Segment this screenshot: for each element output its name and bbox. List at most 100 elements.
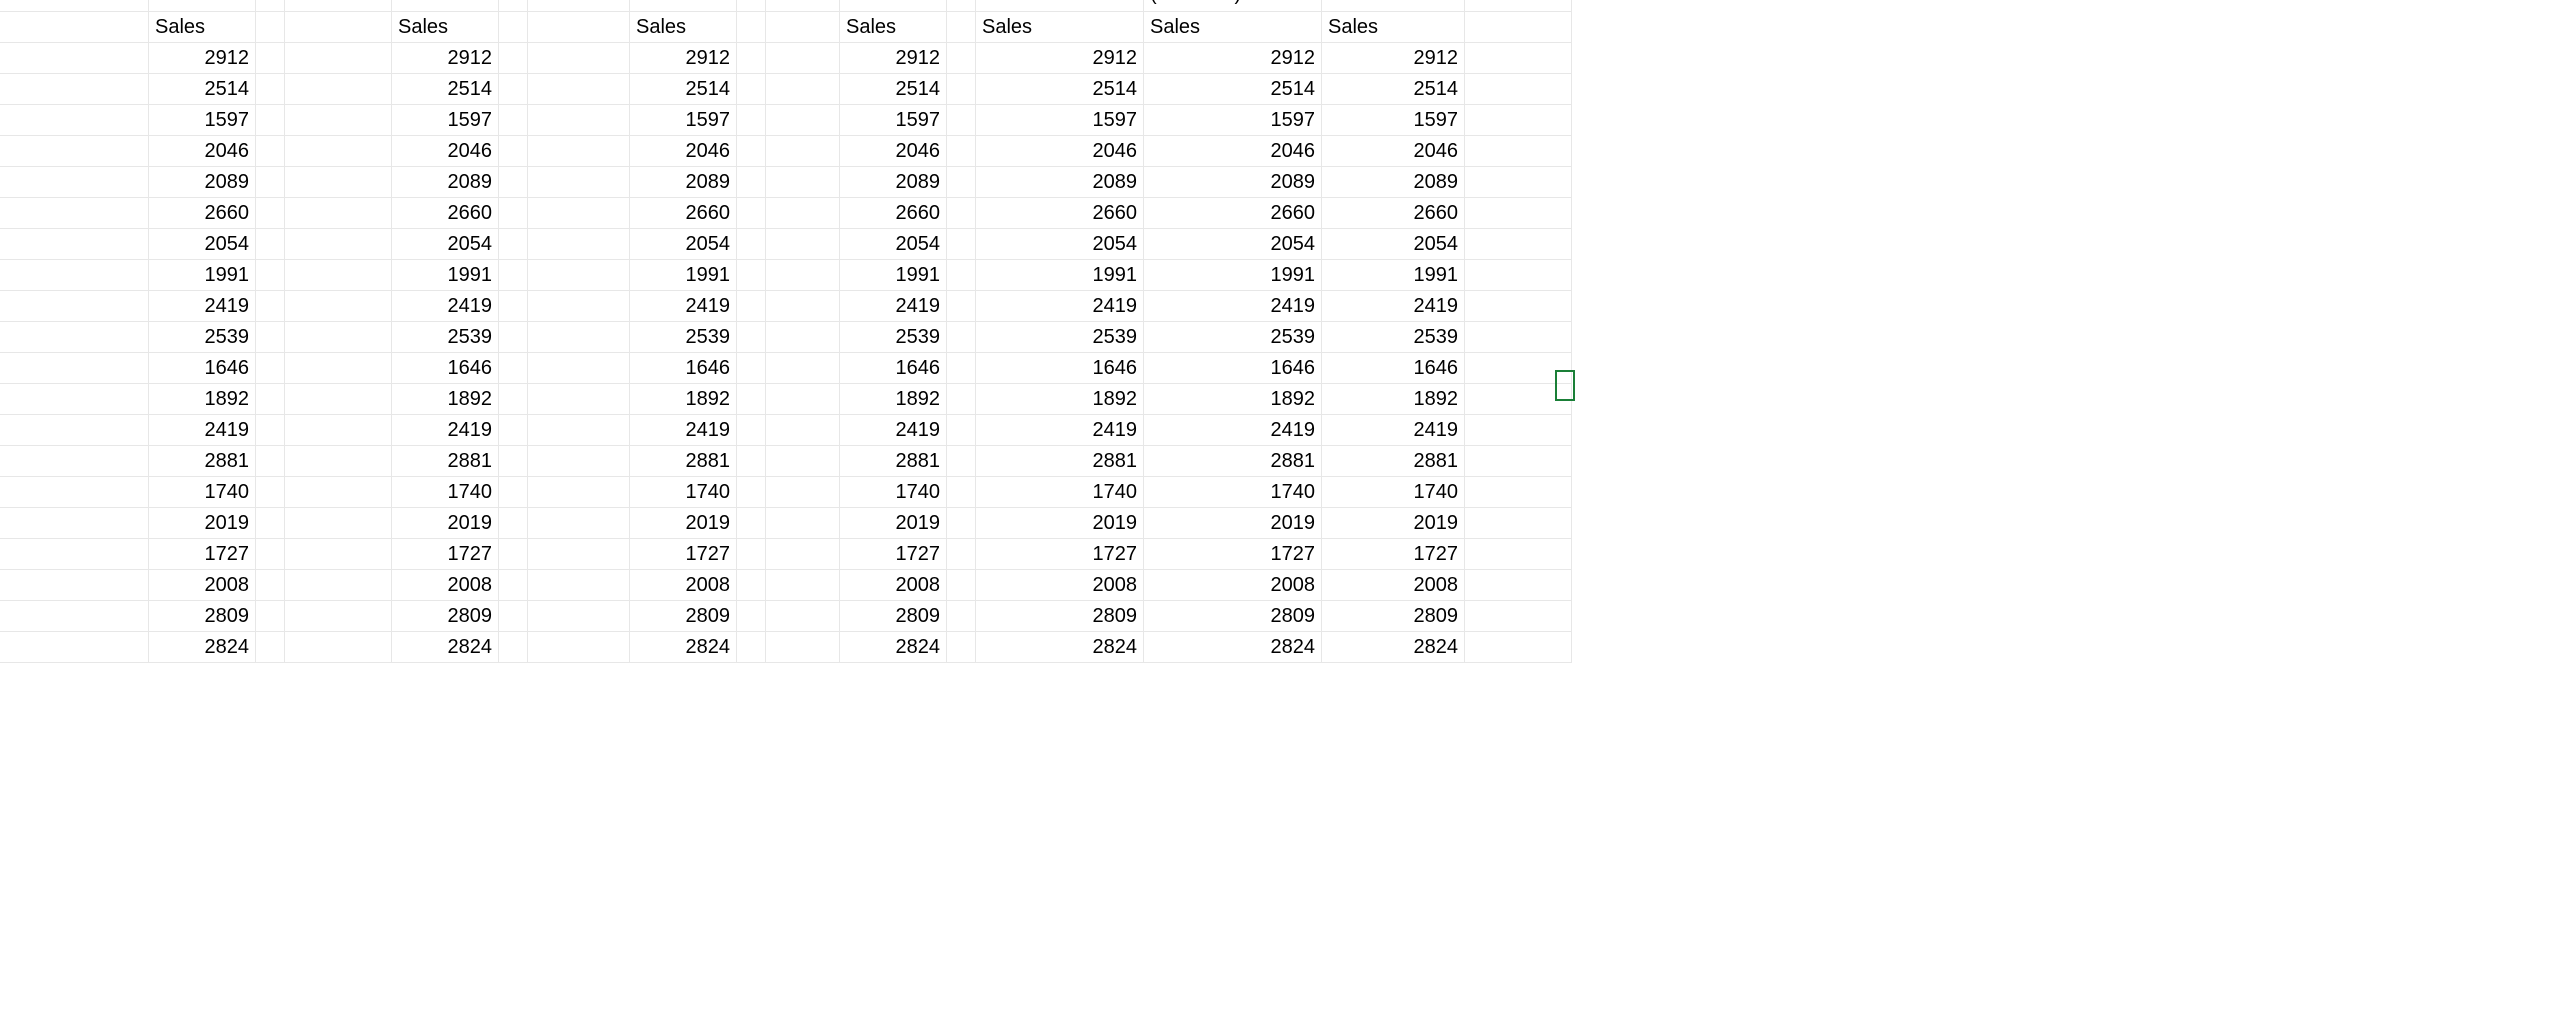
data-cell[interactable]: 2912 [392,43,499,74]
cell-blank[interactable] [766,43,840,74]
cell-blank[interactable] [1465,260,1572,291]
data-cell[interactable]: 1991 [630,260,737,291]
cell-blank[interactable] [1465,322,1572,353]
cell-blank[interactable] [256,570,285,601]
cell-blank[interactable] [766,229,840,260]
data-cell[interactable]: 1727 [1322,539,1465,570]
cell-blank[interactable] [1465,105,1572,136]
cell-blank[interactable] [256,539,285,570]
cell-blank[interactable] [528,570,630,601]
data-cell[interactable]: 2008 [1322,570,1465,601]
cell-blank[interactable] [499,43,528,74]
cell-blank[interactable] [737,74,766,105]
cell-blank[interactable] [737,167,766,198]
data-cell[interactable]: 2824 [392,632,499,663]
data-cell[interactable]: 2912 [840,43,947,74]
cell-blank[interactable] [499,291,528,322]
data-cell[interactable]: 2089 [149,167,256,198]
cell-blank[interactable] [766,632,840,663]
cell-blank[interactable] [947,384,976,415]
cell-blank[interactable] [766,136,840,167]
data-cell[interactable]: 1892 [630,384,737,415]
cell-blank[interactable] [947,43,976,74]
cell-blank[interactable] [528,167,630,198]
cell-blank[interactable] [499,353,528,384]
cell-blank[interactable] [947,632,976,663]
data-cell[interactable]: 2019 [1322,508,1465,539]
cell-blank[interactable] [499,446,528,477]
cell-blank[interactable] [947,570,976,601]
cell-blank[interactable] [256,601,285,632]
data-cell[interactable]: 1646 [149,353,256,384]
cell-blank[interactable] [1465,477,1572,508]
cell-blank[interactable] [528,322,630,353]
cell-blank[interactable] [499,477,528,508]
cell-blank[interactable] [528,260,630,291]
cell-blank[interactable] [528,105,630,136]
data-cell[interactable]: 2881 [1144,446,1322,477]
cell-blank[interactable] [285,384,392,415]
data-cell[interactable]: 2419 [392,415,499,446]
cell-top[interactable] [947,0,976,12]
cell-blank[interactable] [285,415,392,446]
data-cell[interactable]: 2419 [392,291,499,322]
data-cell[interactable]: 1597 [976,105,1144,136]
data-cell[interactable]: 2660 [392,198,499,229]
cell-blank[interactable] [528,353,630,384]
data-cell[interactable]: 2054 [630,229,737,260]
cell-top[interactable] [840,0,947,12]
cell-blank[interactable] [947,260,976,291]
data-cell[interactable]: 1740 [392,477,499,508]
cell-blank[interactable] [528,291,630,322]
data-cell[interactable]: 1892 [1322,384,1465,415]
cell-blank[interactable] [1465,74,1572,105]
cell-blank[interactable] [528,384,630,415]
cell-blank[interactable] [256,167,285,198]
cell-blank[interactable] [0,260,149,291]
cell-blank[interactable] [528,415,630,446]
cell-blank[interactable] [499,105,528,136]
cell-blank[interactable] [256,415,285,446]
cell-blank[interactable] [256,260,285,291]
data-cell[interactable]: 2881 [976,446,1144,477]
cell-blank[interactable] [256,43,285,74]
cell-blank[interactable] [766,570,840,601]
cell-blank[interactable] [285,291,392,322]
cell-blank[interactable] [0,105,149,136]
data-cell[interactable]: 1740 [840,477,947,508]
cell-blank[interactable] [285,229,392,260]
data-cell[interactable]: 1597 [149,105,256,136]
cell-top[interactable] [976,0,1144,12]
cell-blank[interactable] [0,74,149,105]
data-cell[interactable]: 2660 [630,198,737,229]
data-cell[interactable]: 2539 [976,322,1144,353]
cell-blank[interactable] [1465,570,1572,601]
data-cell[interactable]: 2912 [976,43,1144,74]
cell-blank[interactable] [285,601,392,632]
cell-blank[interactable] [1465,291,1572,322]
cell-top[interactable] [285,0,392,12]
cell-blank[interactable] [499,198,528,229]
cell-blank[interactable] [256,136,285,167]
column-header[interactable]: Sales [1322,12,1465,43]
data-cell[interactable]: 2419 [149,415,256,446]
cell-blank[interactable] [0,167,149,198]
cell-blank[interactable] [0,384,149,415]
cell-blank[interactable] [499,136,528,167]
data-cell[interactable]: 1646 [1322,353,1465,384]
data-cell[interactable]: 1646 [630,353,737,384]
cell-blank[interactable] [737,570,766,601]
data-cell[interactable]: 2881 [840,446,947,477]
data-cell[interactable]: 2008 [840,570,947,601]
cell-blank[interactable] [528,43,630,74]
data-cell[interactable]: 2809 [149,601,256,632]
data-cell[interactable]: 2008 [630,570,737,601]
cell-blank[interactable] [737,508,766,539]
cell-top[interactable] [737,0,766,12]
cell-blank[interactable] [285,353,392,384]
cell-blank[interactable] [0,601,149,632]
data-cell[interactable]: 2008 [149,570,256,601]
cell-blank[interactable] [766,384,840,415]
cell-blank[interactable] [528,12,630,43]
data-cell[interactable]: 1740 [630,477,737,508]
